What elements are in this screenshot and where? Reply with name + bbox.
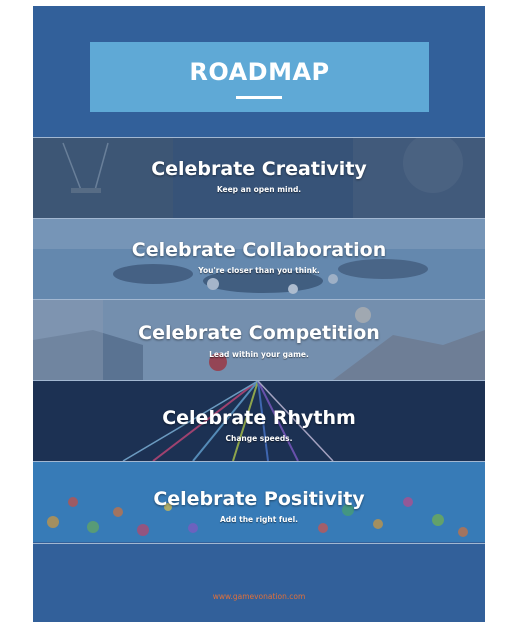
roadmap-poster: ROADMAP Celebrate Creativity Keep an ope… <box>33 6 485 622</box>
band-subtitle: Add the right fuel. <box>219 515 299 524</box>
footer-website-link[interactable]: www.gamevonation.com <box>33 592 485 601</box>
roadmap-header-box: ROADMAP <box>90 42 429 112</box>
band-title: Celebrate Positivity <box>153 488 365 510</box>
divider <box>33 543 485 544</box>
band-positivity: Celebrate Positivity Add the right fuel. <box>33 462 485 542</box>
band-competition: Celebrate Competition Lead within your g… <box>33 300 485 380</box>
band-creativity: Celebrate Creativity Keep an open mind. <box>33 138 485 218</box>
roadmap-title: ROADMAP <box>189 58 330 86</box>
band-subtitle: You're closer than you think. <box>198 266 320 275</box>
band-subtitle: Change speeds. <box>225 434 293 443</box>
band-rhythm: Celebrate Rhythm Change speeds. <box>33 381 485 461</box>
band-subtitle: Lead within your game. <box>209 350 309 359</box>
band-title: Celebrate Creativity <box>151 158 367 180</box>
band-subtitle: Keep an open mind. <box>216 185 302 194</box>
band-title: Celebrate Competition <box>138 322 380 344</box>
band-title: Celebrate Rhythm <box>162 407 356 429</box>
band-collaboration: Celebrate Collaboration You're closer th… <box>33 219 485 299</box>
band-title: Celebrate Collaboration <box>131 239 387 261</box>
title-underline <box>236 96 282 99</box>
